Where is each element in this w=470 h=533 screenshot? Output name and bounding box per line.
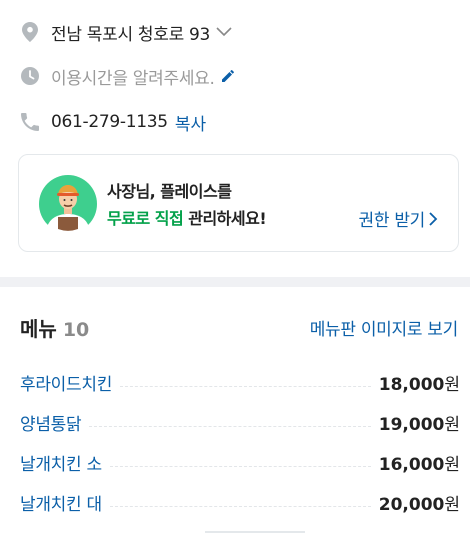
owner-card-highlight: 무료로 직접 bbox=[107, 209, 184, 228]
menu-item[interactable]: 날개치킨 소 16,000원 bbox=[20, 442, 460, 482]
phone-icon bbox=[20, 112, 40, 132]
chevron-right-icon bbox=[429, 211, 438, 226]
dotted-leader bbox=[89, 425, 371, 427]
owner-card-title: 사장님, 플레이스를 bbox=[107, 182, 232, 201]
hours-row[interactable]: 이용시간을 알려주세요. bbox=[20, 64, 236, 89]
clock-icon bbox=[20, 66, 40, 86]
menu-item-name[interactable]: 날개치킨 소 bbox=[20, 450, 102, 475]
dotted-leader bbox=[109, 505, 371, 507]
claim-permission-label: 권한 받기 bbox=[358, 211, 426, 231]
owner-card-subtitle: 무료로 직접 관리하세요! bbox=[107, 205, 267, 229]
menu-count: 10 bbox=[62, 319, 90, 341]
owner-card-rest: 관리하세요! bbox=[183, 209, 267, 228]
menu-item-name[interactable]: 양념통닭 bbox=[20, 410, 82, 435]
menu-board-image-link[interactable]: 메뉴판 이미지로 보기 bbox=[310, 315, 459, 340]
hours-placeholder[interactable]: 이용시간을 알려주세요. bbox=[51, 64, 215, 89]
address-row: 전남 목포시 청호로 93 bbox=[20, 20, 232, 45]
menu-item-price: 18,000원 bbox=[378, 374, 460, 395]
pencil-icon[interactable] bbox=[220, 68, 236, 84]
phone-row: 061-279-1135 복사 bbox=[20, 110, 206, 135]
menu-item-name[interactable]: 날개치킨 대 bbox=[20, 490, 102, 515]
copy-phone-button[interactable]: 복사 bbox=[175, 110, 206, 135]
menu-item-price: 19,000원 bbox=[378, 414, 460, 435]
claim-permission-button[interactable]: 권한 받기 bbox=[359, 206, 438, 231]
menu-item[interactable]: 후라이드치킨 18,000원 bbox=[20, 362, 460, 402]
section-divider bbox=[0, 277, 470, 287]
menu-item[interactable]: 날개치킨 대 20,000원 bbox=[20, 482, 460, 522]
phone-number[interactable]: 061-279-1135 bbox=[51, 112, 168, 132]
location-pin-icon bbox=[20, 22, 40, 42]
owner-avatar-icon bbox=[39, 175, 97, 236]
dotted-leader bbox=[109, 465, 371, 467]
menu-header: 메뉴 10 bbox=[20, 313, 89, 342]
owner-claim-card[interactable]: 사장님, 플레이스를 무료로 직접 관리하세요! 권한 받기 bbox=[18, 154, 459, 252]
address-text: 전남 목포시 청호로 93 bbox=[51, 24, 211, 45]
menu-item-price: 16,000원 bbox=[378, 454, 460, 475]
menu-item-price: 20,000원 bbox=[378, 494, 460, 515]
menu-item-name[interactable]: 후라이드치킨 bbox=[20, 370, 112, 395]
menu-list: 후라이드치킨 18,000원 양념통닭 19,000원 날개치킨 소 16,00… bbox=[20, 362, 460, 522]
chevron-down-icon[interactable] bbox=[216, 27, 232, 37]
menu-title: 메뉴 bbox=[20, 317, 57, 341]
menu-item[interactable]: 양념통닭 19,000원 bbox=[20, 402, 460, 442]
dotted-leader bbox=[120, 385, 371, 387]
